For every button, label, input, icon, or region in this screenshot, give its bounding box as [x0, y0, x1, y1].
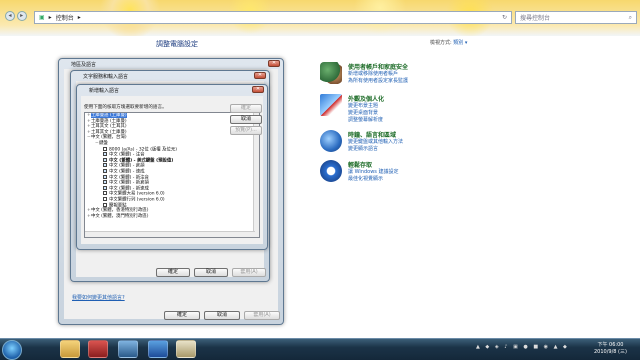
system-tray-icons[interactable]: ▲ ◆ ◈ ♪ ▣ ● ■ ◉ ▲ ◆	[476, 344, 569, 350]
apply-button[interactable]: 套用(A)	[232, 268, 266, 277]
category-title[interactable]: 時鐘、語言和區域	[348, 130, 403, 139]
checkbox[interactable]	[103, 168, 107, 173]
checkbox[interactable]	[103, 185, 107, 190]
chevron-right-icon: ▸	[77, 14, 81, 21]
dialog-title: 文字服務和輸入語言	[83, 74, 129, 80]
globe-clock-icon	[320, 130, 342, 152]
media-player-icon[interactable]	[88, 340, 108, 358]
checkbox[interactable]	[103, 146, 107, 151]
checkbox[interactable]	[103, 163, 107, 168]
address-bar[interactable]: ▣ ▸ 控制台 ▸ ↻	[34, 11, 512, 24]
cancel-button[interactable]: 取消	[230, 115, 262, 124]
refresh-icon[interactable]: ↻	[502, 14, 507, 21]
dialog-title: 新增輸入語言	[89, 88, 120, 94]
checkbox[interactable]	[103, 196, 107, 201]
tree-row-label: 中文 (繁體，香港特別行政區)	[91, 208, 149, 214]
close-icon[interactable]: ✕	[252, 86, 264, 93]
ease-of-access-icon	[320, 160, 342, 182]
tree-row-label: 土耳其文 (土耳其)	[91, 124, 127, 130]
dialog-title: 地區及語言	[71, 62, 97, 68]
help-link[interactable]: 我要如何變更其他語言?	[72, 294, 125, 301]
ok-button[interactable]: 確定	[164, 311, 200, 320]
cancel-button[interactable]: 取消	[204, 311, 240, 320]
view-by-label: 檢視方式:	[430, 40, 452, 46]
apply-button[interactable]: 套用(A)	[244, 311, 280, 320]
breadcrumb[interactable]: 控制台	[56, 13, 74, 22]
category-title[interactable]: 輕鬆存取	[348, 160, 399, 169]
search-placeholder: 搜尋控制台	[520, 15, 551, 22]
tree-row-label: 土庫曼語 (土庫曼)	[91, 113, 127, 118]
users-icon	[320, 62, 342, 84]
chevron-right-icon: ▸	[48, 14, 52, 21]
category-link[interactable]: 變更桌面背景	[348, 110, 384, 117]
search-input[interactable]: 搜尋控制台 ⌕	[515, 11, 637, 24]
clock[interactable]: 下午 06:00 2010/9/8 (三)	[594, 342, 627, 356]
category-ease-of-access[interactable]: 輕鬆存取 讓 Windows 建議設定 最佳化視覺顯示	[320, 160, 399, 183]
tree-row-label: 中文 (繁體) - 注音	[109, 152, 145, 158]
category-clock-language[interactable]: 時鐘、語言和區域 變更鍵盤或其他輸入方法 變更顯示語言	[320, 130, 403, 153]
clock-date: 2010/9/8 (三)	[594, 349, 627, 355]
close-icon[interactable]: ✕	[254, 72, 266, 79]
close-icon[interactable]: ✕	[268, 60, 280, 67]
cancel-button[interactable]: 取消	[194, 268, 228, 277]
view-by[interactable]: 檢視方式: 類別 ▾	[430, 39, 467, 46]
category-link[interactable]: 調整螢幕解析度	[348, 117, 384, 124]
tree-row-label: 中文 (繁體) - 速成	[109, 169, 145, 175]
category-link[interactable]: 新增或移除使用者帳戶	[348, 71, 408, 78]
category-appearance[interactable]: 外觀及個人化 變更布景主題 變更桌面背景 調整螢幕解析度	[320, 94, 384, 124]
ie-icon[interactable]	[148, 340, 168, 358]
ok-button[interactable]: 確定	[230, 104, 262, 113]
page-title: 調整電腦設定	[156, 40, 198, 48]
checkbox[interactable]	[103, 202, 107, 207]
view-by-value[interactable]: 類別 ▾	[453, 40, 467, 46]
checkbox[interactable]	[103, 152, 107, 157]
control-panel-icon: ▣	[39, 14, 45, 21]
instruction-text: 使用下面的核取方塊選取要新增的語言。	[84, 105, 167, 110]
clock-time: 下午 06:00	[597, 342, 624, 348]
control-panel-taskbar-icon[interactable]	[176, 340, 196, 358]
category-link[interactable]: 最佳化視覺顯示	[348, 176, 399, 183]
appearance-icon	[320, 94, 342, 116]
checkbox[interactable]	[103, 191, 107, 196]
search-icon[interactable]: ⌕	[629, 14, 632, 22]
preview-button[interactable]: 預覽(P)...	[230, 126, 262, 135]
folder-icon[interactable]	[60, 340, 80, 358]
tree-row-label: 中文 (繁體) - 新倉頡	[109, 180, 149, 186]
tree-row-label: 中文 (繁體，台灣)	[91, 135, 127, 141]
category-user-accounts[interactable]: 使用者帳戶和家庭安全 新增或移除使用者帳戶 為所有使用者設定家長監護	[320, 62, 408, 85]
tree-row-label: 鍵盤	[99, 140, 108, 146]
category-link[interactable]: 變更布景主題	[348, 103, 384, 110]
forward-icon[interactable]: ▸	[16, 11, 27, 21]
checkbox[interactable]	[103, 157, 107, 162]
category-link[interactable]: 變更鍵盤或其他輸入方法	[348, 139, 403, 146]
windows-start-icon[interactable]	[2, 340, 22, 360]
category-link[interactable]: 為所有使用者設定家長監護	[348, 78, 408, 85]
category-link[interactable]: 變更顯示語言	[348, 146, 403, 153]
checkbox[interactable]	[103, 180, 107, 185]
tree-row-label: 中文繁體行列 (version 6.0)	[109, 197, 165, 203]
tree-row[interactable]: +中文 (繁體，澳門特別行政區)	[85, 214, 259, 220]
app-icon[interactable]	[118, 340, 138, 358]
nav-buttons: ◂ ▸	[5, 11, 33, 23]
category-link[interactable]: 讓 Windows 建議設定	[348, 169, 399, 176]
tree-row-label: 土庫曼語 (土庫曼)	[91, 118, 127, 124]
tree-row-label: 中文 (繁體，澳門特別行政區)	[91, 213, 149, 219]
back-icon[interactable]: ◂	[5, 11, 15, 21]
category-title[interactable]: 使用者帳戶和家庭安全	[348, 62, 408, 71]
ok-button[interactable]: 確定	[156, 268, 190, 277]
category-title[interactable]: 外觀及個人化	[348, 94, 384, 103]
checkbox[interactable]	[103, 174, 107, 179]
horizontal-scrollbar[interactable]	[85, 231, 255, 237]
